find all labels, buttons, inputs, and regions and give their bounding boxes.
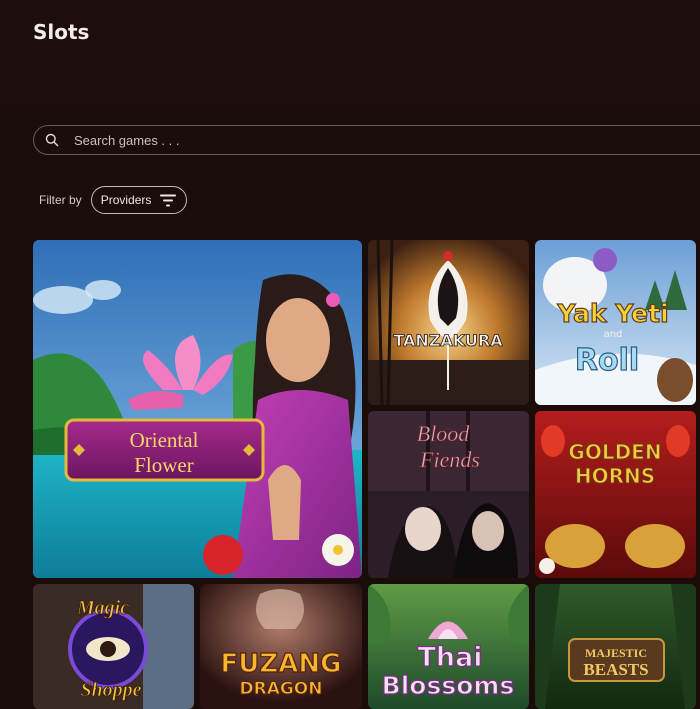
majestic-beasts-title-line1: MAJESTIC xyxy=(585,646,647,660)
yak-yeti-roll-artwork: Yak Yeti and Roll xyxy=(535,240,696,405)
golden-horns-artwork: GOLDEN HORNS xyxy=(535,411,696,578)
fuzang-dragon-title-line2: DRAGON xyxy=(240,679,323,699)
fuzang-dragon-artwork: FUZANG DRAGON xyxy=(200,584,362,709)
game-tile-fuzang-dragon[interactable]: FUZANG DRAGON xyxy=(200,584,362,709)
yak-yeti-roll-title-and: and xyxy=(604,329,623,340)
yak-yeti-roll-title-line2: Roll xyxy=(575,343,639,378)
thai-blossoms-title-line2: Blossoms xyxy=(382,671,515,700)
game-tile-oriental-flower[interactable]: Oriental Flower xyxy=(33,240,362,578)
thai-blossoms-artwork: Thai Blossoms xyxy=(368,584,529,709)
oriental-flower-title-line2: Flower xyxy=(134,453,194,477)
thai-blossoms-title-line1: Thai xyxy=(417,642,482,673)
tanzakura-title: TANZAKURA xyxy=(393,331,503,350)
majestic-beasts-title-line2: BEASTS xyxy=(583,660,648,679)
filter-label: Filter by xyxy=(39,193,82,207)
golden-horns-title-line1: GOLDEN xyxy=(568,440,661,464)
game-tile-thai-blossoms[interactable]: Thai Blossoms xyxy=(368,584,529,709)
tanzakura-artwork: TANZAKURA xyxy=(368,240,529,405)
golden-horns-title-line2: HORNS xyxy=(575,464,655,488)
providers-label: Providers xyxy=(100,193,152,207)
magic-shoppe-artwork: Magic Shoppe xyxy=(33,584,194,709)
filter-icon xyxy=(160,194,177,207)
game-tile-majestic-beasts[interactable]: MAJESTIC BEASTS xyxy=(535,584,696,709)
oriental-flower-artwork: Oriental Flower xyxy=(33,240,362,578)
majestic-beasts-artwork: MAJESTIC BEASTS xyxy=(535,584,696,709)
game-tile-blood-fiends[interactable]: Blood Fiends xyxy=(368,411,529,578)
yak-yeti-roll-title-line1: Yak Yeti xyxy=(556,299,668,328)
blood-fiends-artwork: Blood Fiends xyxy=(368,411,529,578)
game-tile-golden-horns[interactable]: GOLDEN HORNS xyxy=(535,411,696,578)
blood-fiends-title-line2: Fiends xyxy=(419,447,480,472)
game-tile-tanzakura[interactable]: TANZAKURA xyxy=(368,240,529,405)
game-tile-yak-yeti-roll[interactable]: Yak Yeti and Roll xyxy=(535,240,696,405)
filter-row: Filter by Providers xyxy=(39,186,188,214)
search-input[interactable] xyxy=(72,131,576,149)
search-bar[interactable] xyxy=(33,125,700,155)
magic-shoppe-title-line1: Magic xyxy=(76,597,129,619)
magic-shoppe-title-line2: Shoppe xyxy=(80,679,141,701)
fuzang-dragon-title-line1: FUZANG xyxy=(221,649,342,679)
page-title: Slots xyxy=(33,20,90,44)
providers-filter-button[interactable]: Providers xyxy=(90,186,188,214)
game-tile-magic-shoppe[interactable]: Magic Shoppe xyxy=(33,584,194,709)
search-icon xyxy=(44,132,60,148)
blood-fiends-title-line1: Blood xyxy=(417,421,471,446)
oriental-flower-title-line1: Oriental xyxy=(130,428,199,452)
